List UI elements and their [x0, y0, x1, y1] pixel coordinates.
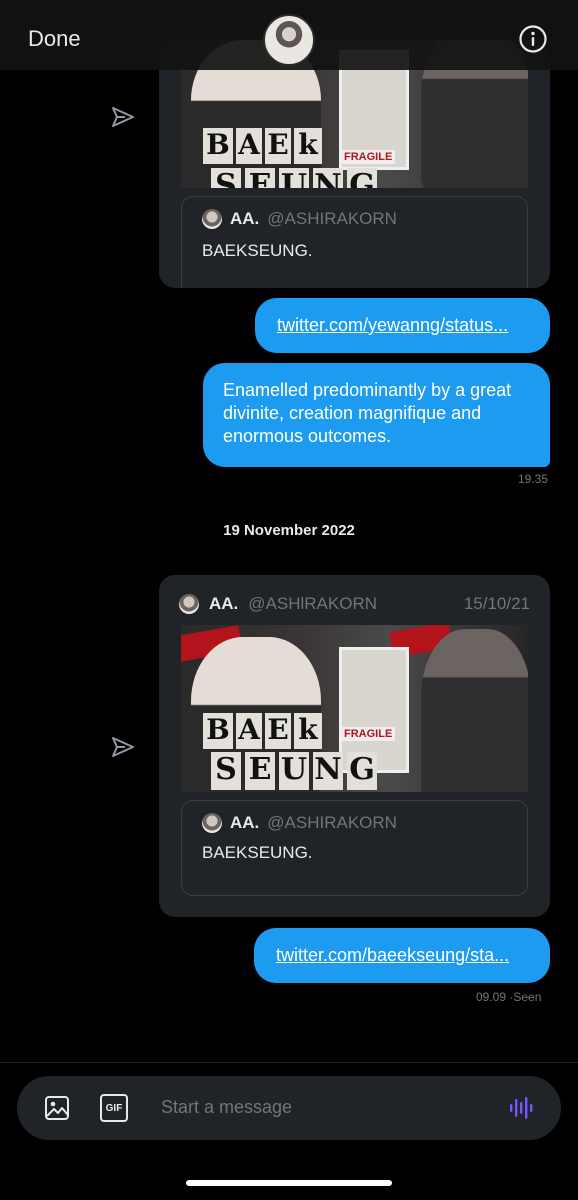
conversation-header: Done [0, 0, 578, 70]
shared-tweet-card[interactable]: AA. @ASHlRAKORN 15/10/21 B A E k S E U N… [159, 575, 550, 917]
message-timestamp: 19.35 [518, 472, 549, 486]
tweet-header: AA. @ASHlRAKORN 15/10/21 [179, 591, 530, 617]
share-icon[interactable] [110, 104, 136, 130]
avatar [202, 209, 222, 229]
quote-author-handle: @ASHIRAKORN [267, 209, 397, 228]
profile-avatar[interactable] [263, 14, 315, 66]
shared-tweet-card[interactable]: B A E k S E U N G FRAGILE AA. @ASHIRAKOR… [159, 40, 550, 288]
message-status: 09.09 ·Seen [476, 990, 542, 1004]
message-input[interactable]: Start a message [161, 1097, 292, 1118]
tweet-date: 15/10/21 [463, 594, 530, 613]
date-separator: 19 November 2022 [223, 522, 355, 539]
message-link-bubble[interactable]: twitter.com/yewanng/status... [255, 298, 550, 353]
home-indicator[interactable] [186, 1180, 392, 1186]
tweet-author-handle: @ASHlRAKORN [248, 594, 378, 613]
done-button[interactable]: Done [28, 26, 81, 52]
message-text-bubble[interactable]: Enamelled predominantly by a great divin… [203, 363, 550, 467]
quote-text: BAEKSEUNG. [202, 241, 313, 260]
tweet-author-name: AA. [209, 594, 239, 613]
message-link-bubble[interactable]: twitter.com/baeekseung/sta... [254, 928, 550, 983]
avatar [202, 813, 222, 833]
info-icon[interactable] [518, 24, 548, 54]
quoted-tweet[interactable]: AA. @ASHIRAKORN BAEKSEUNG. [181, 800, 528, 896]
tweet-image[interactable]: B A E k S E U N G FRAGILE [181, 625, 528, 792]
image-icon[interactable] [43, 1094, 71, 1122]
message-composer[interactable]: GIF Start a message [17, 1076, 561, 1140]
gif-icon[interactable]: GIF [100, 1094, 128, 1122]
voice-icon[interactable] [507, 1094, 535, 1122]
quote-author-name: AA. [230, 209, 260, 228]
artwork: B A E k S E U N G FRAGILE [181, 625, 528, 792]
share-icon[interactable] [110, 734, 136, 760]
divider [0, 1062, 578, 1063]
quote-author-handle: @ASHIRAKORN [267, 813, 397, 832]
quote-text: BAEKSEUNG. [202, 843, 313, 862]
avatar [179, 594, 199, 614]
quote-author-name: AA. [230, 813, 260, 832]
quoted-tweet[interactable]: AA. @ASHIRAKORN BAEKSEUNG. [181, 196, 528, 288]
